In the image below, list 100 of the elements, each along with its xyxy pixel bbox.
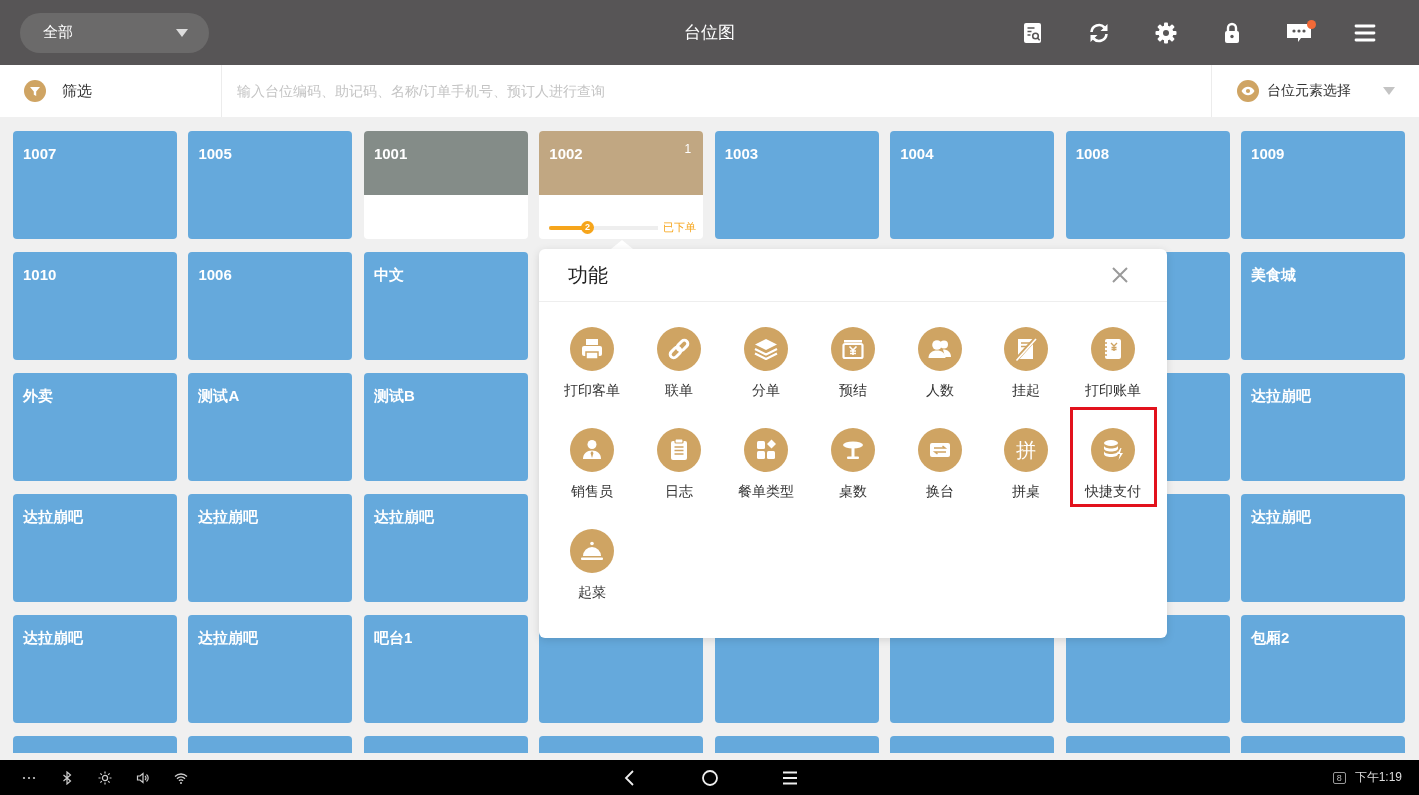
settings-icon[interactable] (1153, 20, 1178, 45)
function-button[interactable]: 预结 (809, 306, 897, 406)
function-button[interactable]: 餐单类型 (722, 407, 810, 507)
yen-box-icon (830, 327, 875, 371)
page-title: 台位图 (684, 22, 735, 44)
table-name: 1003 (724, 145, 759, 163)
function-button[interactable]: 联单 (635, 306, 723, 406)
eye-icon (1237, 80, 1259, 102)
function-button[interactable]: 换台 (896, 407, 983, 507)
table-name: 测试A (198, 387, 240, 405)
wifi-icon (174, 770, 188, 785)
table-tile[interactable]: 1002 1 2 已下单 (539, 131, 704, 239)
table-tile[interactable]: 达拉崩吧 (1241, 494, 1405, 602)
table-name: 吧台1 (373, 629, 413, 647)
table-name: 1009 (1251, 145, 1285, 163)
table-tile[interactable]: 包厢2 (1241, 615, 1405, 723)
function-button[interactable]: 拼 拼桌 (983, 407, 1070, 507)
function-button[interactable]: 人数 (896, 306, 983, 406)
table-tile[interactable]: 美食城 (1241, 252, 1405, 360)
table-tile[interactable]: 1008 (1065, 131, 1230, 239)
service-bell-icon (570, 529, 615, 573)
filter-button[interactable]: 筛选 (0, 65, 222, 117)
table-name: 包厢2 (1251, 629, 1290, 647)
bluetooth-icon (60, 770, 74, 785)
home-icon[interactable] (699, 767, 720, 788)
link-icon (657, 327, 702, 371)
function-button[interactable]: 日志 (635, 407, 723, 507)
table-tile[interactable]: 中文 (363, 252, 528, 360)
table-name: 1001 (373, 145, 408, 163)
tiles-icon (744, 428, 788, 472)
table-name: 1008 (1075, 145, 1109, 163)
function-button[interactable]: 桌数 (809, 407, 897, 507)
function-button[interactable]: 打印账单 (1069, 306, 1157, 406)
table-tile[interactable]: 达拉崩吧 (188, 494, 353, 602)
function-button[interactable]: 分单 (722, 306, 810, 406)
clipboard-icon (657, 428, 702, 472)
table-tile[interactable]: 1004 (890, 131, 1055, 239)
table-name: 1010 (23, 266, 57, 284)
table-tile[interactable]: 1010 (13, 252, 177, 360)
table-name: 1002 (549, 145, 583, 163)
table-tile[interactable]: 达拉崩吧 (1241, 373, 1405, 481)
table-name: 达拉崩吧 (198, 629, 259, 647)
table-name: 达拉崩吧 (373, 508, 434, 526)
menu-icon[interactable] (1354, 22, 1376, 43)
coins-lightning-icon (1091, 428, 1136, 472)
filter-icon (24, 80, 46, 102)
table-name: 美食城 (1251, 266, 1297, 284)
crossed-document-icon (1004, 327, 1049, 371)
message-icon[interactable] (1285, 21, 1312, 44)
swap-card-icon (917, 428, 962, 472)
table-tile[interactable]: 达拉崩吧 (188, 615, 353, 723)
table-tile[interactable]: 吧台1 (363, 615, 528, 723)
layers-icon (744, 327, 788, 371)
person-tie-icon (570, 428, 615, 472)
yen-notebook-icon (1091, 327, 1136, 371)
table-tile[interactable]: 测试B (363, 373, 528, 481)
table-name: 测试B (373, 387, 415, 405)
table-name: 达拉崩吧 (1251, 508, 1312, 526)
notification-count: 8 (1332, 771, 1346, 784)
table-tile[interactable]: 1001 (363, 131, 528, 239)
people-icon (917, 327, 962, 371)
table-tile[interactable]: 达拉崩吧 (13, 494, 177, 602)
search-field[interactable]: 输入台位编码、助记码、名称/订单手机号、预订人进行查询 (222, 65, 1211, 117)
function-button[interactable]: 打印客单 (549, 306, 636, 406)
table-name: 1004 (900, 145, 934, 163)
element-select-dropdown[interactable]: 台位元素选择 (1211, 65, 1419, 117)
table-name: 达拉崩吧 (23, 508, 83, 526)
volume-icon (136, 770, 150, 785)
table-tile[interactable]: 1005 (188, 131, 353, 239)
table-name: 达拉崩吧 (23, 629, 83, 647)
table-tile[interactable]: 1006 (188, 252, 353, 360)
close-icon[interactable] (1111, 266, 1129, 284)
character-icon: 拼 (1004, 428, 1049, 472)
table-tile[interactable]: 测试A (188, 373, 353, 481)
table-tile[interactable]: 外卖 (13, 373, 177, 481)
area-dropdown[interactable]: 全部 (20, 12, 209, 53)
table-tile[interactable]: 达拉崩吧 (13, 615, 177, 723)
table-name: 1007 (23, 145, 57, 163)
table-name: 1005 (198, 145, 232, 163)
order-status: 已下单 (663, 220, 697, 235)
table-tile[interactable]: 1007 (13, 131, 177, 239)
table-name: 达拉崩吧 (198, 508, 259, 526)
progress-thumb: 2 (580, 221, 594, 234)
table-tile[interactable]: 达拉崩吧 (363, 494, 528, 602)
function-button[interactable]: 挂起 (983, 306, 1070, 406)
function-button[interactable]: 快捷支付 (1069, 407, 1157, 507)
table-tile[interactable]: 1009 (1241, 131, 1405, 239)
caret-icon (1383, 87, 1395, 95)
table-name: 1006 (198, 266, 232, 284)
function-button[interactable]: 起菜 (549, 508, 636, 608)
caret-icon (176, 28, 188, 37)
printer-icon (570, 327, 615, 371)
table-name: 中文 (373, 266, 404, 284)
table-name: 达拉崩吧 (1251, 387, 1312, 405)
table-name: 外卖 (23, 387, 53, 405)
function-button[interactable]: 销售员 (549, 407, 636, 507)
table-tile[interactable]: 1003 (714, 131, 879, 239)
round-table-icon (830, 428, 875, 472)
brightness-icon (98, 770, 112, 785)
clock-time: 下午1:19 (1354, 769, 1402, 786)
